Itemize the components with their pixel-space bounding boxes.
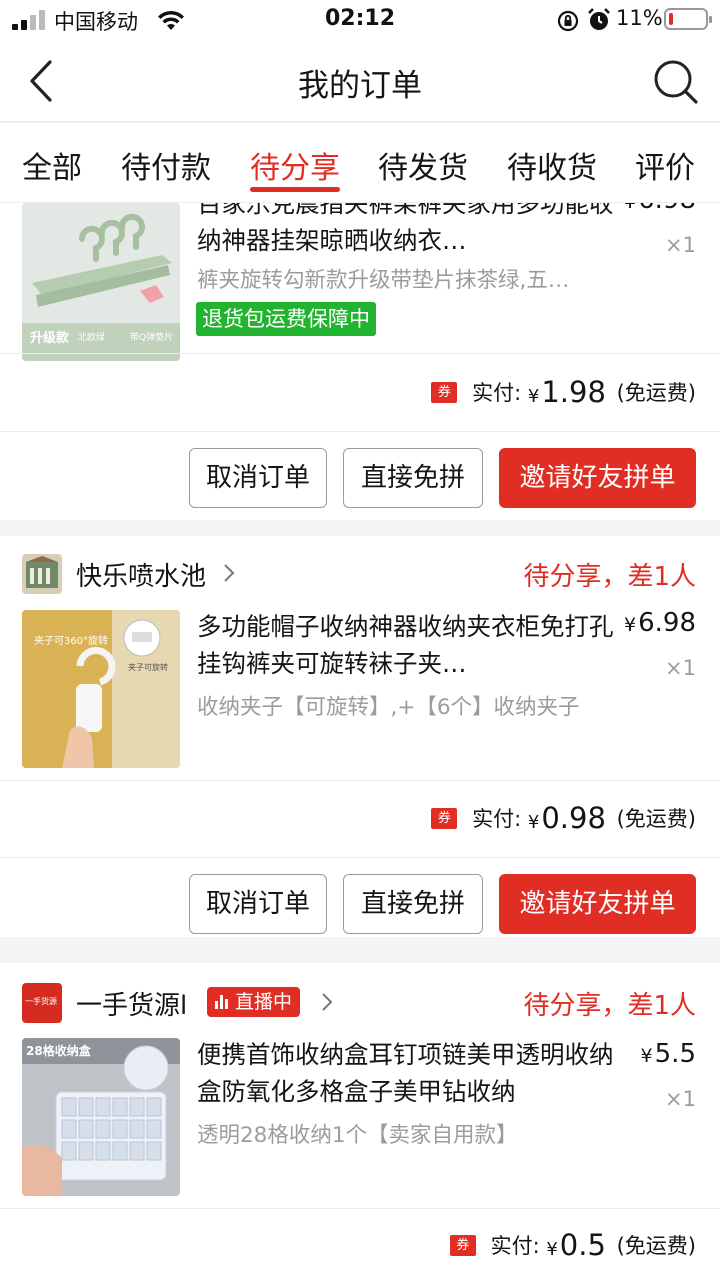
shop-name: 一手货源l (76, 991, 188, 1021)
invite-friend-button[interactable]: 邀请好友拼单 (499, 874, 696, 934)
product-spec: 透明28格收纳1个【卖家自用款】 (197, 1123, 518, 1148)
shipping-note: (免运费) (616, 1234, 696, 1258)
clock-time: 02:12 (324, 6, 396, 31)
shipping-note: (免运费) (616, 381, 696, 405)
order-card: 一手货源 一手货源l 直播中 待分享，差1人 28格收纳盒 便携首饰收纳盒耳钉项… (0, 963, 720, 1280)
order-status: 待分享，差1人 (523, 562, 696, 592)
shop-header[interactable]: 一手货源 一手货源l 直播中 待分享，差1人 (0, 977, 720, 1027)
paid-label: 实付: (490, 1234, 540, 1258)
divider (0, 353, 720, 354)
divider (0, 780, 720, 781)
shop-header[interactable]: 快乐喷水池 待分享，差1人 (0, 548, 720, 598)
paid-label: 实付: (472, 807, 522, 831)
product-title[interactable]: 百家乐克晨指夹裤架裤夹家用多功能收纳神器挂架晾晒收纳衣… (197, 203, 617, 259)
product-spec: 裤夹旋转勾新款升级带垫片抹茶绿,五… (197, 268, 570, 293)
order-list[interactable]: 升级款 北欧绿 带Q弹垫片 百家乐克晨指夹裤架裤夹家用多功能收纳神器挂架晾晒收纳… (0, 203, 720, 1280)
paid-amount: ¥1.98 (527, 375, 606, 409)
order-status: 待分享，差1人 (523, 991, 696, 1021)
free-return-shipping-badge: 退货包运费保障中 (196, 302, 376, 336)
coupon-icon: 券 (431, 807, 458, 829)
coupon-icon: 券 (431, 381, 458, 403)
search-icon[interactable] (650, 56, 700, 106)
order-card: 快乐喷水池 待分享，差1人 夹子可360°旋转 夹子可旋转 多功能帽子收纳神器收… (0, 536, 720, 937)
shop-avatar: 一手货源 (22, 983, 62, 1023)
coupon-icon: 券 (449, 1234, 476, 1256)
product-price: ¥5.5 (640, 1039, 696, 1069)
tab-pending-share[interactable]: 待分享 (250, 143, 340, 187)
nav-header: 我的订单 (0, 40, 720, 122)
skip-group-button[interactable]: 直接免拼 (343, 448, 483, 508)
product-price: ¥6.98 (624, 608, 696, 638)
chevron-right-icon (322, 993, 333, 1011)
rotation-lock-icon (557, 10, 579, 32)
back-chevron-left-icon[interactable] (22, 58, 62, 104)
product-thumbnail[interactable]: 升级款 北欧绿 带Q弹垫片 (22, 203, 180, 361)
product-thumbnail[interactable]: 夹子可360°旋转 夹子可旋转 (22, 610, 180, 768)
divider (0, 1208, 720, 1209)
shop-name: 快乐喷水池 (76, 562, 207, 592)
thumb-label: 升级款 (30, 331, 70, 346)
thumb-label-small: 北欧绿 (78, 333, 106, 343)
thumb-label: 夹子可360°旋转 (34, 636, 109, 647)
product-title[interactable]: 便携首饰收纳盒耳钉项链美甲透明收纳盒防氧化多格盒子美甲钻收纳 (197, 1036, 617, 1110)
invite-friend-button[interactable]: 邀请好友拼单 (499, 448, 696, 508)
order-tabs: 全部 待付款 待分享 待发货 待收货 评价 (0, 123, 720, 203)
product-thumbnail[interactable]: 28格收纳盒 (22, 1038, 180, 1196)
chevron-right-icon (224, 564, 235, 582)
divider (0, 857, 720, 858)
cancel-order-button[interactable]: 取消订单 (189, 874, 327, 934)
live-icon (215, 995, 229, 1009)
page-title: 我的订单 (298, 68, 422, 104)
shop-avatar (22, 554, 62, 594)
status-bar: 中国移动 02:12 11% (0, 0, 720, 40)
avatar-text: 一手货源 (25, 997, 57, 1006)
product-price: ¥6.98 (624, 203, 696, 215)
shipping-note: (免运费) (616, 807, 696, 831)
jewelry-box-image (22, 1038, 180, 1196)
thumb-label-small: 夹子可旋转 (128, 663, 168, 672)
battery-percent: 11% (616, 6, 663, 30)
product-quantity: ×1 (665, 233, 696, 257)
product-spec: 收纳夹子【可旋转】,+【6个】收纳夹子 (197, 695, 580, 720)
paid-summary: 券 实付: ¥1.98 (免运费) (431, 375, 696, 415)
tab-all[interactable]: 全部 (22, 143, 82, 187)
live-badge: 直播中 (207, 987, 301, 1017)
paid-amount: ¥0.98 (527, 801, 606, 835)
thumb-label-right: 带Q弹垫片 (130, 333, 174, 343)
cancel-order-button[interactable]: 取消订单 (189, 448, 327, 508)
divider (0, 431, 720, 432)
tab-pending-shipment[interactable]: 待发货 (378, 143, 468, 187)
order-card: 升级款 北欧绿 带Q弹垫片 百家乐克晨指夹裤架裤夹家用多功能收纳神器挂架晾晒收纳… (0, 203, 720, 520)
product-title[interactable]: 多功能帽子收纳神器收纳夹衣柜免打孔挂钩裤夹可旋转袜子夹… (197, 608, 617, 682)
thumb-label: 28格收纳盒 (26, 1044, 91, 1058)
paid-summary: 券 实付: ¥0.5 (免运费) (449, 1228, 696, 1268)
paid-amount: ¥0.5 (546, 1228, 606, 1262)
tab-pending-receipt[interactable]: 待收货 (507, 143, 597, 187)
alarm-icon (588, 8, 610, 30)
tab-reviews[interactable]: 评价 (635, 143, 695, 187)
battery-icon (664, 8, 712, 30)
battery-level (669, 13, 673, 25)
active-tab-indicator (250, 187, 340, 192)
skip-group-button[interactable]: 直接免拼 (343, 874, 483, 934)
paid-label: 实付: (472, 381, 522, 405)
product-quantity: ×1 (665, 1087, 696, 1111)
tab-pending-payment[interactable]: 待付款 (121, 143, 211, 187)
paid-summary: 券 实付: ¥0.98 (免运费) (431, 801, 696, 841)
product-quantity: ×1 (665, 656, 696, 680)
